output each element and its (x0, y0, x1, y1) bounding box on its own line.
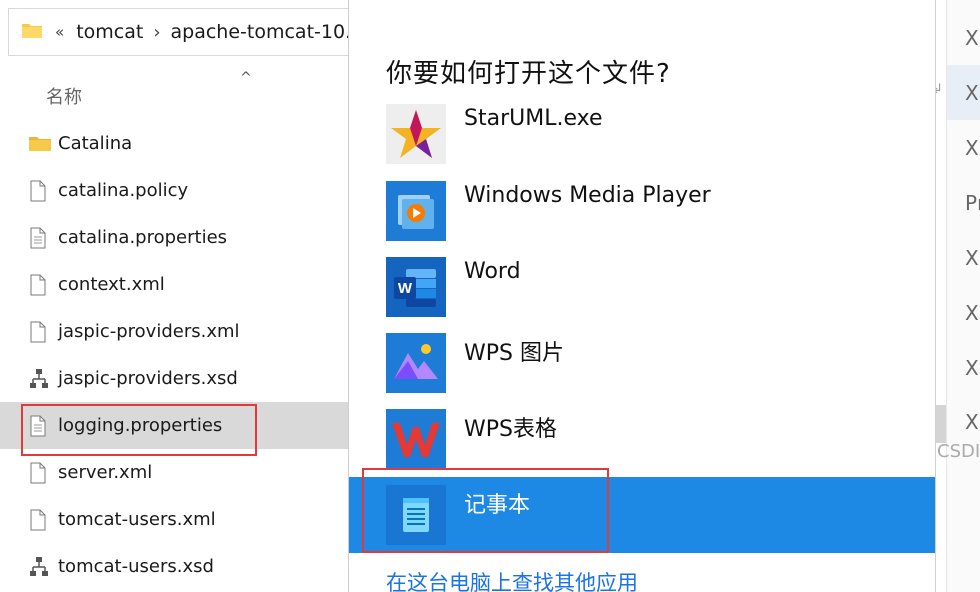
folder-icon (29, 133, 51, 155)
app-name: StarUML.exe (464, 106, 603, 131)
breadcrumb-overflow[interactable]: « (55, 23, 64, 41)
list-item[interactable]: jaspic-providers.xsd (0, 355, 350, 402)
list-item[interactable]: server.xml (0, 449, 350, 496)
app-name: Word (464, 259, 521, 284)
list-item[interactable]: context.xml (0, 261, 350, 308)
app-option-notepad[interactable]: 记事本 (349, 477, 935, 553)
wps-spreadsheet-icon (386, 409, 446, 469)
right-panel-item[interactable]: X (965, 26, 979, 50)
list-item[interactable]: catalina.properties (0, 214, 350, 261)
open-with-dialog: 你要如何打开这个文件? StarUML.exe Windows Media Pl… (349, 0, 935, 592)
list-item-selected[interactable]: logging.properties (0, 402, 350, 449)
right-panel-item[interactable]: X (965, 246, 979, 270)
right-panel-item[interactable]: X (965, 410, 979, 434)
file-name: tomcat-users.xsd (58, 556, 214, 577)
column-header-name[interactable]: 名称 (46, 83, 82, 109)
file-icon (29, 180, 49, 202)
file-name: jaspic-providers.xml (58, 321, 240, 342)
file-name: catalina.policy (58, 180, 189, 201)
list-item[interactable]: tomcat-users.xsd (0, 543, 350, 590)
app-name: WPS表格 (464, 417, 557, 442)
word-icon: W (386, 257, 446, 317)
file-name: tomcat-users.xml (58, 509, 216, 530)
app-option-windows-media-player[interactable]: Windows Media Player (349, 181, 935, 257)
sort-chevron-icon[interactable]: ^ (240, 70, 252, 86)
staruml-icon (386, 104, 446, 164)
text-file-icon (29, 227, 49, 249)
watermark: CSDI (937, 441, 980, 462)
text-file-icon (29, 415, 49, 437)
file-icon (29, 462, 49, 484)
list-item[interactable]: Catalina (0, 120, 350, 167)
folder-icon (21, 21, 43, 43)
file-name: jaspic-providers.xsd (58, 368, 238, 389)
file-icon (29, 509, 49, 531)
file-name: context.xml (58, 274, 165, 295)
list-item[interactable]: catalina.policy (0, 167, 350, 214)
app-option-staruml[interactable]: StarUML.exe (349, 104, 935, 180)
notepad-icon (386, 485, 446, 545)
app-name: Windows Media Player (464, 183, 711, 208)
app-option-wps-spreadsheet[interactable]: WPS表格 (349, 409, 935, 485)
schema-icon (29, 368, 49, 390)
schema-icon (29, 556, 49, 578)
right-panel-item[interactable]: X (965, 81, 979, 105)
right-panel-item[interactable]: X (965, 356, 979, 380)
more-apps-link[interactable]: 在这台电脑上查找其他应用 (386, 567, 638, 592)
file-name: server.xml (58, 462, 153, 483)
media-player-icon (386, 181, 446, 241)
right-panel-item[interactable]: Pı (965, 191, 980, 215)
app-option-word[interactable]: W Word (349, 257, 935, 333)
file-list: Catalina catalina.policy catalina.proper… (0, 120, 350, 590)
dialog-title: 你要如何打开这个文件? (386, 59, 671, 89)
scrollbar-thumb[interactable] (936, 405, 946, 443)
right-panel: X X X Pı X X X X (946, 0, 980, 592)
file-icon (29, 274, 49, 296)
file-name: catalina.properties (58, 227, 228, 248)
breadcrumb-item-tomcat[interactable]: tomcat (76, 21, 143, 43)
right-panel-item[interactable]: X (965, 136, 979, 160)
app-name: WPS 图片 (464, 341, 564, 366)
list-item[interactable]: tomcat-users.xml (0, 496, 350, 543)
right-panel-item[interactable]: X (965, 301, 979, 325)
chevron-right-icon[interactable]: › (153, 22, 160, 43)
file-name: logging.properties (58, 415, 223, 436)
wps-picture-icon (386, 333, 446, 393)
app-option-wps-picture[interactable]: WPS 图片 (349, 333, 935, 409)
app-name: 记事本 (464, 493, 531, 518)
list-item[interactable]: jaspic-providers.xml (0, 308, 350, 355)
file-name: Catalina (58, 133, 133, 154)
file-icon (29, 321, 49, 343)
svg-text:W: W (398, 280, 413, 297)
